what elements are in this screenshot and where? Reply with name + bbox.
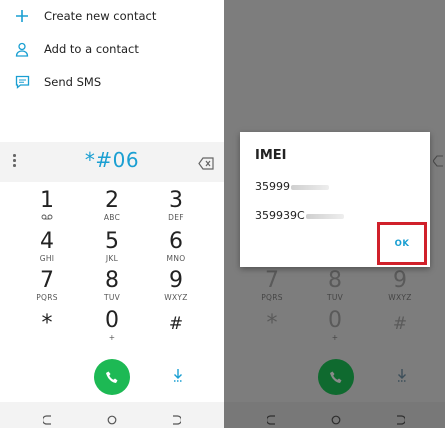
key-7: 7 PQRS <box>247 269 297 303</box>
call-button <box>318 359 354 395</box>
key-star[interactable]: * <box>22 312 72 336</box>
voicemail-icon <box>22 213 72 223</box>
key-digit: * <box>41 311 53 336</box>
key-letters: + <box>108 333 116 342</box>
hide-keypad-icon <box>394 367 410 383</box>
backspace-icon <box>432 152 443 167</box>
key-2[interactable]: 2 ABC <box>87 189 137 223</box>
key-1[interactable]: 1 <box>22 189 72 223</box>
imei-2-text: 359939C <box>255 209 305 222</box>
key-0: 0 + <box>310 309 360 343</box>
key-letters: WXYZ <box>388 293 412 302</box>
key-letters: PQRS <box>261 293 283 302</box>
send-sms-label: Send SMS <box>44 75 102 89</box>
key-digit: 9 <box>169 268 183 293</box>
ok-label: OK <box>394 238 410 249</box>
home-icon <box>331 410 341 425</box>
phone-icon <box>329 371 341 383</box>
key-digit: 7 <box>265 268 279 293</box>
back-icon[interactable] <box>41 410 53 425</box>
imei-dialog-screen: 7 PQRS 8 TUV 9 WXYZ * 0 + # IMEI 35999 3… <box>224 0 445 428</box>
key-star: * <box>247 312 297 336</box>
key-digit: # <box>168 314 184 334</box>
ok-button[interactable]: OK <box>377 222 427 265</box>
add-to-contact-label: Add to a contact <box>44 42 139 56</box>
key-0[interactable]: 0 + <box>87 309 137 343</box>
key-letters: MNO <box>166 254 186 263</box>
key-6[interactable]: 6 MNO <box>151 230 201 264</box>
key-8[interactable]: 8 TUV <box>87 269 137 303</box>
key-5[interactable]: 5 JKL <box>87 230 137 264</box>
key-digit: 3 <box>169 188 183 213</box>
person-icon <box>13 40 31 58</box>
add-to-contact-item[interactable]: Add to a contact <box>0 34 224 64</box>
key-letters: TUV <box>103 293 121 302</box>
dialer-panel: Create new contact Add to a contact Send… <box>0 0 224 428</box>
key-digit: 0 <box>328 308 342 333</box>
dialog-title: IMEI <box>255 148 287 163</box>
imei-dialog: IMEI 35999 359939C OK <box>240 132 430 267</box>
phone-icon <box>105 371 117 383</box>
key-hash[interactable]: # <box>151 312 201 336</box>
key-digit: 5 <box>105 229 119 254</box>
key-letters: JKL <box>105 254 119 263</box>
redacted-digits <box>291 184 329 190</box>
key-letters: DEF <box>168 213 184 222</box>
key-3[interactable]: 3 DEF <box>151 189 201 223</box>
key-digit: 7 <box>40 268 54 293</box>
key-digit: 6 <box>169 229 183 254</box>
navigation-bar <box>0 402 224 428</box>
dialed-number[interactable]: *#06 <box>0 148 224 172</box>
key-digit: 2 <box>105 188 119 213</box>
imei-value-1: 35999 <box>255 180 329 193</box>
send-sms-item[interactable]: Send SMS <box>0 67 224 97</box>
imei-1-text: 35999 <box>255 180 290 193</box>
key-letters: TUV <box>326 293 344 302</box>
sms-icon <box>13 73 31 91</box>
key-9: 9 WXYZ <box>375 269 425 303</box>
hide-keypad-icon[interactable] <box>170 367 186 383</box>
home-icon[interactable] <box>107 410 117 425</box>
dialed-number-bar: *#06 <box>0 142 224 182</box>
call-button[interactable] <box>94 359 130 395</box>
key-7[interactable]: 7 PQRS <box>22 269 72 303</box>
imei-value-2: 359939C <box>255 209 344 222</box>
navigation-bar <box>224 402 445 428</box>
recents-icon <box>395 410 407 425</box>
key-letters: WXYZ <box>164 293 188 302</box>
key-letters: PQRS <box>36 293 58 302</box>
key-digit: 1 <box>40 188 54 213</box>
backspace-icon[interactable] <box>198 155 214 170</box>
recents-icon[interactable] <box>171 410 183 425</box>
key-digit: # <box>392 314 408 334</box>
key-letters: ABC <box>103 213 121 222</box>
key-digit: 9 <box>393 268 407 293</box>
plus-icon <box>13 7 31 25</box>
key-digit: 8 <box>105 268 119 293</box>
key-4[interactable]: 4 GHI <box>22 230 72 264</box>
key-digit: 0 <box>105 308 119 333</box>
key-8: 8 TUV <box>310 269 360 303</box>
key-digit: 4 <box>40 229 54 254</box>
key-9[interactable]: 9 WXYZ <box>151 269 201 303</box>
key-hash: # <box>375 312 425 336</box>
key-letters: + <box>331 333 339 342</box>
create-new-contact-label: Create new contact <box>44 9 157 23</box>
create-new-contact-item[interactable]: Create new contact <box>0 1 224 31</box>
redacted-digits <box>305 213 344 219</box>
key-digit: * <box>266 311 278 336</box>
key-digit: 8 <box>328 268 342 293</box>
key-letters: GHI <box>39 254 55 263</box>
back-icon <box>265 410 277 425</box>
